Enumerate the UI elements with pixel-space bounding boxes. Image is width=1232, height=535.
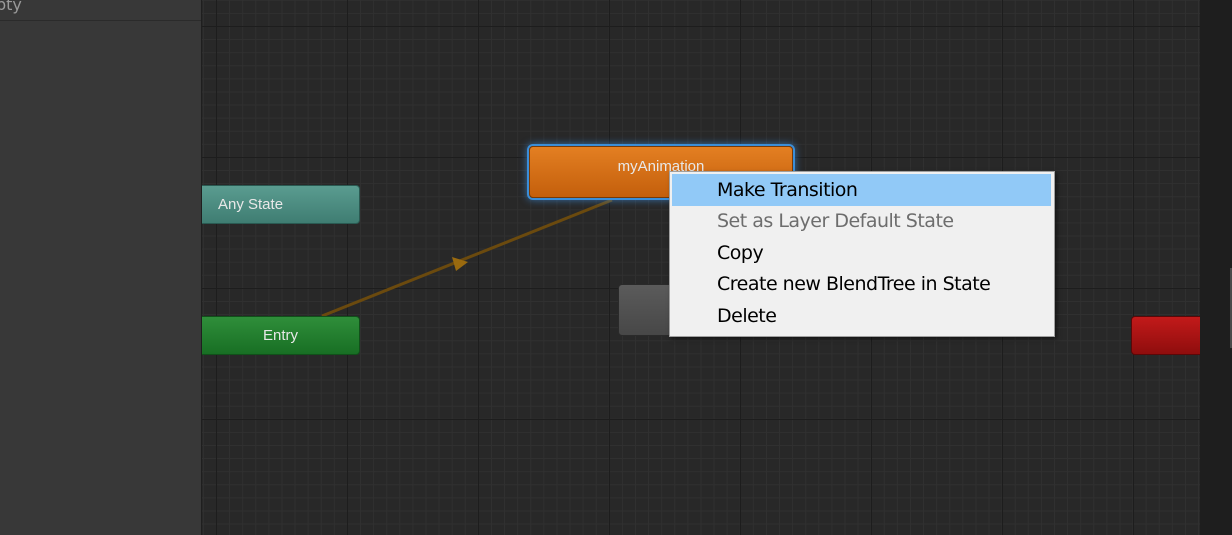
menu-item-create-blendtree[interactable]: Create new BlendTree in State [672,269,1051,301]
entry-state-node[interactable]: Entry [202,316,360,355]
menu-item-label: Create new BlendTree in State [717,273,991,296]
panel-row-label: pty [0,0,22,14]
menu-item-copy[interactable]: Copy [672,237,1051,269]
menu-item-label: Make Transition [717,178,858,201]
menu-item-set-layer-default: Set as Layer Default State [672,206,1051,238]
panel-row[interactable]: pty [0,0,201,21]
state-context-menu: Make Transition Set as Layer Default Sta… [669,171,1055,337]
entry-state-label: Entry [262,327,298,344]
exit-state-node[interactable] [1131,316,1200,355]
any-state-node[interactable]: Any State [202,185,360,224]
menu-item-make-transition[interactable]: Make Transition [672,174,1051,206]
right-panel-edge [1200,0,1232,535]
any-state-label: Any State [218,196,284,213]
animator-window: pty Any State Entry myAnimation Make Tra… [0,0,1232,535]
menu-item-label: Copy [717,241,764,264]
menu-item-label: Delete [717,304,777,327]
layers-parameters-panel: pty [0,0,202,535]
menu-item-delete[interactable]: Delete [672,300,1051,332]
menu-item-label: Set as Layer Default State [717,210,954,233]
